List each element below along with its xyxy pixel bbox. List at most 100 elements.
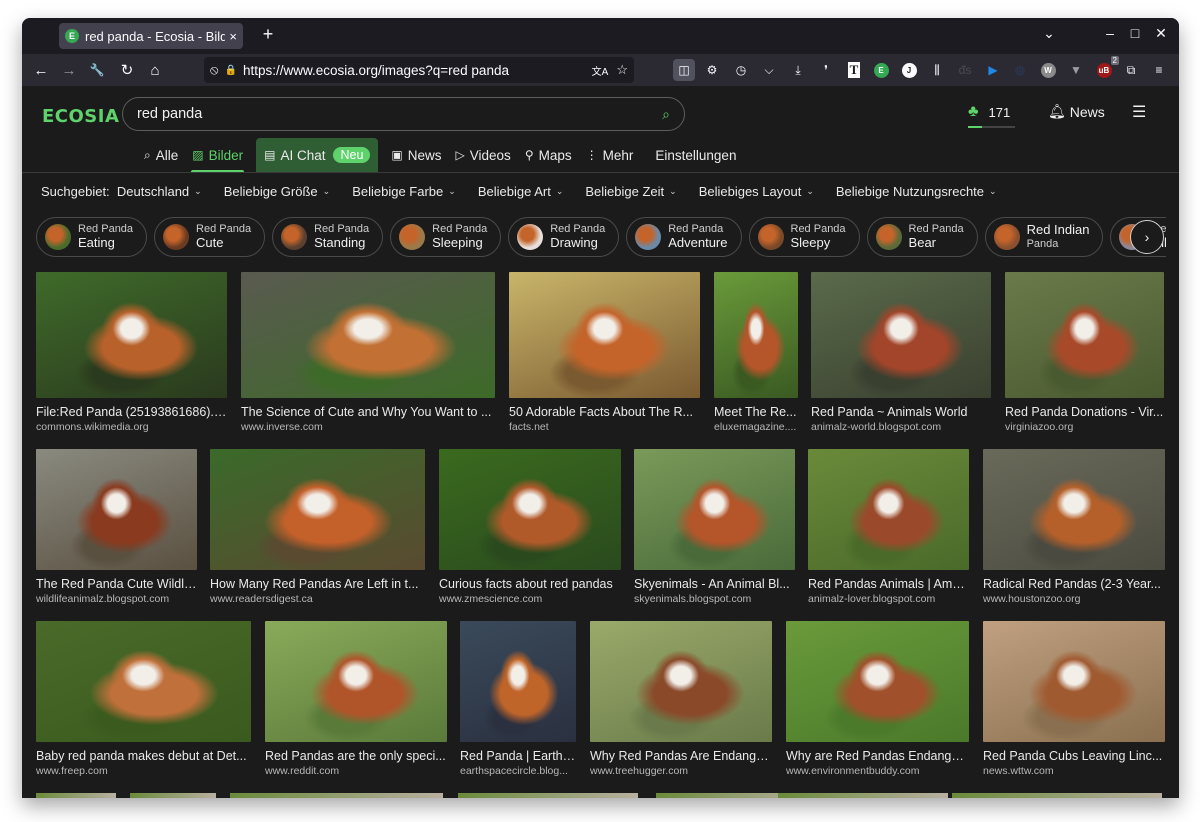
ublock-icon[interactable]: uB 2 (1093, 56, 1119, 81)
result-source[interactable]: www.reddit.com (265, 765, 447, 777)
image-result[interactable]: Curious facts about red pandas www.zmesci… (439, 449, 621, 605)
image-result[interactable]: Red Pandas Animals | Ama... animalz-lover… (808, 449, 969, 605)
result-title[interactable]: Red Panda ~ Animals World (811, 405, 991, 419)
ecosia-logo[interactable]: ECOSIA (42, 106, 119, 127)
result-image[interactable] (983, 449, 1165, 570)
result-source[interactable]: www.readersdigest.ca (210, 593, 425, 605)
result-image[interactable] (460, 621, 576, 742)
result-title[interactable]: The Science of Cute and Why You Want to … (241, 405, 495, 419)
filter-dropdown[interactable]: Beliebiges Layout ⌄ (699, 184, 814, 199)
tab-einstellungen[interactable]: Einstellungen (648, 138, 743, 172)
list-all-tabs-button[interactable]: ⌄ (1038, 25, 1060, 42)
ds-icon[interactable]: ᵭs (954, 59, 976, 81)
result-title[interactable]: Skyenimals - An Animal Bl... (634, 577, 795, 591)
result-image[interactable] (36, 449, 197, 570)
globe-grid-icon[interactable]: ◍ (1009, 59, 1031, 81)
play-icon[interactable]: ▶ (982, 59, 1004, 81)
result-image-partial[interactable] (458, 793, 638, 798)
result-image[interactable] (983, 621, 1165, 742)
result-image[interactable] (439, 449, 621, 570)
carousel-next-button[interactable]: › (1130, 220, 1164, 254)
related-search-chip[interactable]: Red Panda Sleeping (390, 217, 502, 257)
w-circle-icon[interactable]: W (1037, 59, 1059, 81)
tab-maps[interactable]: ⚲ Maps (518, 138, 579, 172)
result-image-partial[interactable] (952, 793, 1162, 798)
result-image-partial[interactable] (36, 793, 116, 798)
tab-news[interactable]: ▣ News (384, 138, 448, 172)
result-image[interactable] (36, 272, 227, 398)
related-search-chip[interactable]: Red Panda Adventure (626, 217, 742, 257)
tools-wrench-button[interactable]: 🔧 (86, 59, 108, 81)
translate-icon[interactable]: 文A (592, 63, 609, 78)
result-title[interactable]: Red Pandas Animals | Ama... (808, 577, 969, 591)
result-source[interactable]: www.treehugger.com (590, 765, 772, 777)
image-result[interactable]: Skyenimals - An Animal Bl... skyenimals.b… (634, 449, 795, 605)
extensions-puzzle-icon[interactable]: ⧉ (1120, 59, 1142, 81)
result-source[interactable]: facts.net (509, 421, 700, 433)
filter-dropdown[interactable]: Suchgebiet: Deutschland ⌄ (41, 184, 202, 199)
fence-icon[interactable]: ⫼ (926, 59, 948, 81)
image-result[interactable]: The Science of Cute and Why You Want to … (241, 272, 495, 433)
result-title[interactable]: Why are Red Pandas Endanger... (786, 749, 969, 763)
image-result[interactable]: Radical Red Pandas (2-3 Year... www.houst… (983, 449, 1165, 605)
result-title[interactable]: Red Panda | Earth ... (460, 749, 576, 763)
hamburger-menu-icon[interactable]: ☰ (1132, 102, 1146, 122)
result-title[interactable]: Curious facts about red pandas (439, 577, 621, 591)
result-image[interactable] (210, 449, 425, 570)
tracking-protection-icon[interactable]: ⦸ (210, 62, 218, 78)
reader-t-icon[interactable]: T (843, 59, 865, 81)
image-result[interactable]: Red Panda Donations - Vir... virginiazoo.… (1005, 272, 1164, 433)
result-image[interactable] (714, 272, 798, 398)
settings-gear-icon[interactable]: ⚙ (701, 59, 723, 81)
result-image-partial[interactable] (778, 793, 948, 798)
bookmark-star-icon[interactable]: ☆ (616, 62, 628, 78)
result-source[interactable]: eluxemagazine.... (714, 421, 798, 433)
result-title[interactable]: How Many Red Pandas Are Left in t... (210, 577, 425, 591)
result-image[interactable] (590, 621, 772, 742)
image-result[interactable]: Why Red Pandas Are Endange... www.treehug… (590, 621, 772, 777)
result-image[interactable] (1005, 272, 1164, 398)
result-title[interactable]: Meet The Re... (714, 405, 798, 419)
gnome-foot-icon[interactable]: ❜ (815, 59, 837, 81)
home-button[interactable]: ⌂ (144, 59, 166, 81)
back-button[interactable]: ← (30, 59, 52, 81)
related-search-chip[interactable]: Red Panda Standing (272, 217, 384, 257)
search-icon[interactable]: ⌕ (662, 106, 670, 123)
related-search-chip[interactable]: Red Panda Bear (866, 217, 978, 257)
reload-button[interactable]: ↻ (116, 59, 138, 81)
image-result[interactable]: The Red Panda Cute Wildli... wildlifeanim… (36, 449, 197, 605)
tab-videos[interactable]: ▷ Videos (449, 138, 518, 172)
related-search-chip[interactable]: Red Panda Drawing (508, 217, 620, 257)
forward-button[interactable]: → (58, 59, 80, 81)
image-result[interactable]: File:Red Panda (25193861686).j... commons… (36, 272, 227, 433)
result-image[interactable] (634, 449, 795, 570)
maximize-button[interactable]: □ (1124, 25, 1146, 41)
image-result[interactable]: How Many Red Pandas Are Left in t... www.… (210, 449, 425, 605)
result-image[interactable] (786, 621, 969, 742)
result-source[interactable]: animalz-lover.blogspot.com (808, 593, 969, 605)
result-source[interactable]: wildlifeanimalz.blogspot.com (36, 593, 197, 605)
result-source[interactable]: earthspacecircle.blog... (460, 765, 576, 777)
result-source[interactable]: commons.wikimedia.org (36, 421, 227, 433)
result-source[interactable]: www.zmescience.com (439, 593, 621, 605)
image-result[interactable]: Red Panda ~ Animals World animalz-world.b… (811, 272, 991, 433)
filter-dropdown[interactable]: Beliebige Nutzungsrechte ⌄ (836, 184, 997, 199)
result-image[interactable] (808, 449, 969, 570)
tab-close-icon[interactable]: × (229, 29, 237, 44)
result-title[interactable]: The Red Panda Cute Wildli... (36, 577, 197, 591)
result-title[interactable]: 50 Adorable Facts About The R... (509, 405, 700, 419)
image-result[interactable]: Red Pandas are the only speci... www.redd… (265, 621, 447, 777)
history-clock-icon[interactable]: ◷ (730, 59, 752, 81)
tab-bilder[interactable]: ▨ Bilder (185, 138, 250, 173)
tab-mehr[interactable]: ⋮ Mehr (579, 138, 641, 172)
j-circle-icon[interactable]: J (898, 59, 920, 81)
result-title[interactable]: Why Red Pandas Are Endange... (590, 749, 772, 763)
minimize-button[interactable]: – (1099, 25, 1121, 41)
filter-dropdown[interactable]: Beliebige Größe ⌄ (224, 184, 331, 199)
search-input[interactable]: red panda ⌕ (122, 97, 685, 131)
related-search-chip[interactable]: Red Indian Panda (984, 217, 1104, 257)
image-result[interactable]: Meet The Re... eluxemagazine.... (714, 272, 798, 433)
url-bar[interactable]: ⦸ 🔒 https://www.ecosia.org/images?q=red … (204, 57, 634, 83)
tab-ecosia-images[interactable]: E red panda - Ecosia - Bilder × (59, 23, 243, 49)
filter-dropdown[interactable]: Beliebige Zeit ⌄ (585, 184, 676, 199)
